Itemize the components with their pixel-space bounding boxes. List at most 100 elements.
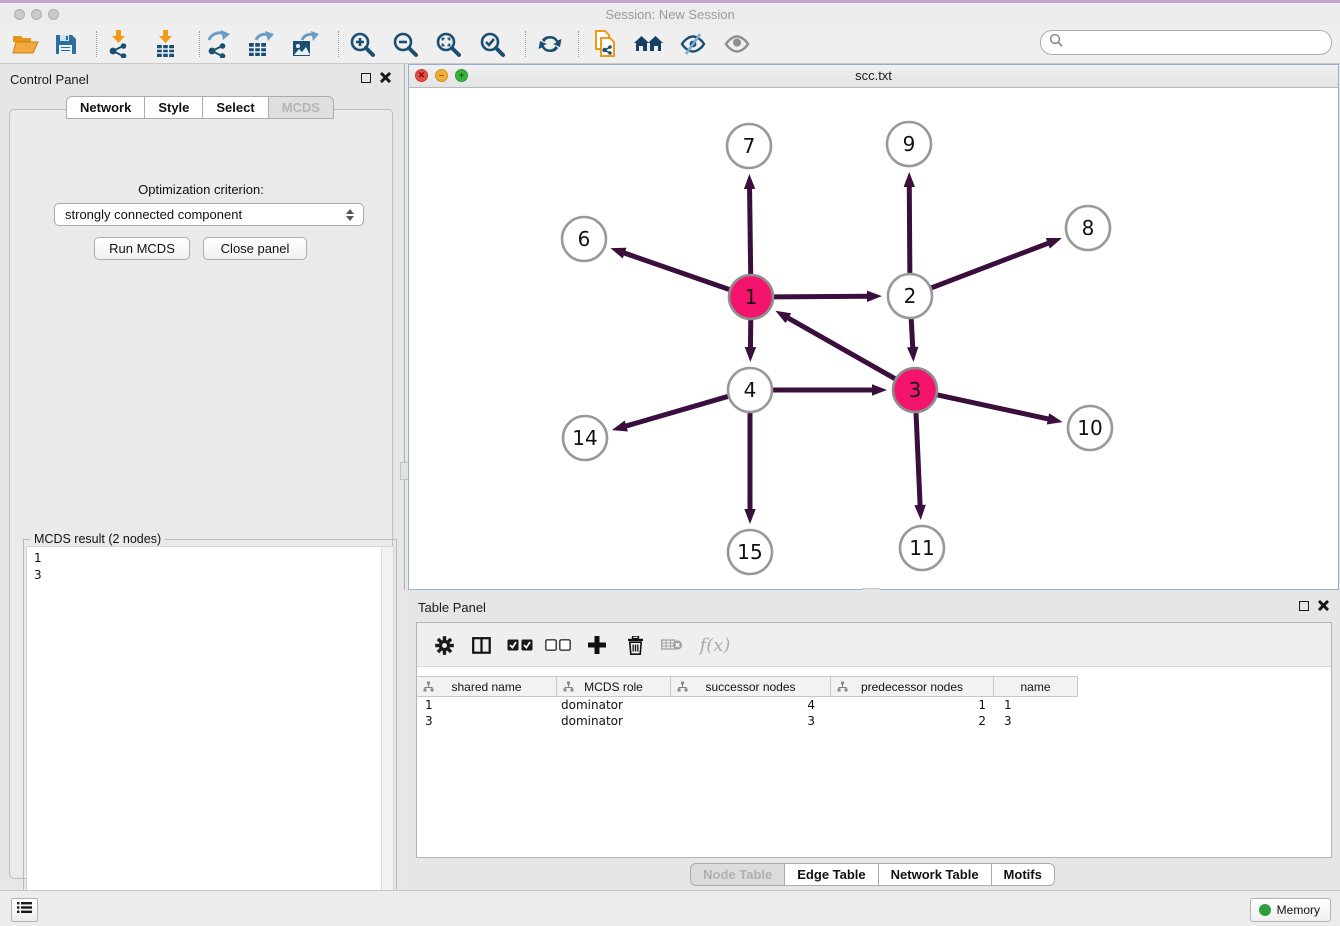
cell-mcds-role[interactable]: dominator bbox=[557, 697, 671, 713]
table-row[interactable]: 1dominator411 bbox=[417, 697, 1331, 713]
clone-network-icon[interactable] bbox=[588, 28, 622, 60]
float-panel-icon[interactable] bbox=[1299, 601, 1309, 611]
cell-name[interactable]: 1 bbox=[994, 697, 1078, 713]
node-11[interactable]: 11 bbox=[900, 526, 944, 570]
svg-text:15: 15 bbox=[737, 540, 762, 564]
svg-text:4: 4 bbox=[744, 378, 757, 402]
node-10[interactable]: 10 bbox=[1068, 406, 1112, 450]
function-builder-icon[interactable]: f(x) bbox=[695, 629, 735, 661]
edge-1-7[interactable] bbox=[744, 174, 755, 274]
export-network-icon[interactable] bbox=[201, 28, 235, 60]
close-panel-icon[interactable] bbox=[378, 71, 391, 84]
edge-2-8[interactable] bbox=[931, 238, 1061, 288]
table-tabs: Node TableEdge TableNetwork TableMotifs bbox=[405, 863, 1340, 886]
tab-network[interactable]: Network bbox=[66, 96, 145, 119]
column-header-name[interactable]: name bbox=[994, 677, 1078, 696]
table-panel-title: Table Panel bbox=[418, 600, 486, 615]
node-14[interactable]: 14 bbox=[563, 416, 607, 460]
tab-select[interactable]: Select bbox=[203, 96, 268, 119]
cell-predecessor-nodes[interactable]: 2 bbox=[831, 713, 994, 729]
zoom-in-icon[interactable] bbox=[345, 28, 379, 60]
node-3[interactable]: 3 bbox=[893, 368, 937, 412]
close-panel-icon[interactable] bbox=[1316, 599, 1329, 612]
delete-table-icon[interactable] bbox=[656, 629, 688, 661]
cell-name[interactable]: 3 bbox=[994, 713, 1078, 729]
select-all-icon[interactable] bbox=[504, 629, 536, 661]
edge-4-3[interactable] bbox=[773, 384, 887, 395]
node-4[interactable]: 4 bbox=[728, 368, 772, 412]
delete-column-icon[interactable] bbox=[619, 629, 651, 661]
export-table-icon[interactable] bbox=[244, 28, 278, 60]
svg-text:7: 7 bbox=[743, 134, 756, 158]
node-8[interactable]: 8 bbox=[1066, 206, 1110, 250]
edge-4-14[interactable] bbox=[612, 396, 728, 431]
column-label: predecessor nodes bbox=[861, 680, 963, 694]
network-canvas[interactable]: 1 2 3 4 6 7 8 9 10 11 14 15 bbox=[409, 88, 1338, 589]
node-9[interactable]: 9 bbox=[887, 122, 931, 166]
cell-successor-nodes[interactable]: 4 bbox=[671, 697, 831, 713]
edge-3-10[interactable] bbox=[937, 395, 1062, 425]
apply-layout-icon[interactable] bbox=[533, 28, 567, 60]
column-header-successor-nodes[interactable]: successor nodes bbox=[671, 677, 831, 696]
edge-3-1[interactable] bbox=[775, 311, 895, 379]
edge-1-4[interactable] bbox=[745, 320, 756, 362]
edge-4-15[interactable] bbox=[744, 413, 755, 524]
settings-gear-icon[interactable] bbox=[428, 629, 460, 661]
edge-1-2[interactable] bbox=[774, 291, 882, 302]
edge-3-11[interactable] bbox=[914, 413, 925, 520]
mcds-result-area[interactable]: 1 3 bbox=[26, 546, 394, 915]
column-header-predecessor-nodes[interactable]: predecessor nodes bbox=[831, 677, 994, 696]
deselect-all-icon[interactable] bbox=[542, 629, 574, 661]
zoom-out-icon[interactable] bbox=[388, 28, 422, 60]
edge-2-3[interactable] bbox=[907, 319, 918, 362]
table-toolbar: f(x) bbox=[417, 623, 1331, 667]
cell-successor-nodes[interactable]: 3 bbox=[671, 713, 831, 729]
optimization-criterion-dropdown[interactable]: strongly connected component bbox=[54, 203, 364, 226]
tab-mcds[interactable]: MCDS bbox=[269, 96, 334, 119]
open-session-icon[interactable] bbox=[8, 28, 42, 60]
tab-network-table[interactable]: Network Table bbox=[879, 863, 992, 886]
tab-style[interactable]: Style bbox=[145, 96, 203, 119]
node-15[interactable]: 15 bbox=[728, 530, 772, 574]
run-mcds-button[interactable]: Run MCDS bbox=[94, 237, 190, 260]
toolbar-separator bbox=[96, 31, 97, 57]
edge-2-9[interactable] bbox=[904, 172, 915, 273]
memory-button[interactable]: Memory bbox=[1250, 898, 1331, 922]
show-details-icon[interactable] bbox=[720, 28, 754, 60]
save-session-icon[interactable] bbox=[48, 28, 82, 60]
main-toolbar bbox=[0, 25, 1340, 64]
import-network-icon[interactable] bbox=[101, 28, 135, 60]
show-column-icon[interactable] bbox=[465, 629, 497, 661]
node-1[interactable]: 1 bbox=[729, 275, 773, 319]
table-row[interactable]: 3dominator323 bbox=[417, 713, 1331, 729]
svg-text:10: 10 bbox=[1077, 416, 1102, 440]
float-panel-icon[interactable] bbox=[361, 73, 371, 83]
hide-details-icon[interactable] bbox=[676, 28, 710, 60]
cell-predecessor-nodes[interactable]: 1 bbox=[831, 697, 994, 713]
node-2[interactable]: 2 bbox=[888, 274, 932, 318]
edge-1-6[interactable] bbox=[610, 248, 729, 290]
zoom-fit-icon[interactable] bbox=[431, 28, 465, 60]
application-window: Session: New Session bbox=[0, 0, 1340, 926]
node-6[interactable]: 6 bbox=[562, 217, 606, 261]
task-history-button[interactable] bbox=[11, 898, 38, 922]
node-7[interactable]: 7 bbox=[727, 124, 771, 168]
cell-mcds-role[interactable]: dominator bbox=[557, 713, 671, 729]
cell-shared-name[interactable]: 1 bbox=[417, 697, 557, 713]
cell-shared-name[interactable]: 3 bbox=[417, 713, 557, 729]
tab-edge-table[interactable]: Edge Table bbox=[785, 863, 878, 886]
export-image-icon[interactable] bbox=[288, 28, 322, 60]
svg-text:14: 14 bbox=[572, 426, 597, 450]
tab-motifs[interactable]: Motifs bbox=[992, 863, 1055, 886]
import-table-icon[interactable] bbox=[148, 28, 182, 60]
close-panel-button[interactable]: Close panel bbox=[203, 237, 307, 260]
result-scrollbar[interactable] bbox=[381, 547, 393, 914]
search-input[interactable] bbox=[1067, 34, 1331, 51]
add-column-icon[interactable] bbox=[581, 629, 613, 661]
vertical-splitter[interactable] bbox=[404, 64, 405, 590]
zoom-selected-icon[interactable] bbox=[475, 28, 509, 60]
column-header-mcds-role[interactable]: MCDS role bbox=[557, 677, 671, 696]
first-neighbors-icon[interactable] bbox=[632, 28, 666, 60]
column-header-shared-name[interactable]: shared name bbox=[417, 677, 557, 696]
tab-node-table[interactable]: Node Table bbox=[690, 863, 785, 886]
